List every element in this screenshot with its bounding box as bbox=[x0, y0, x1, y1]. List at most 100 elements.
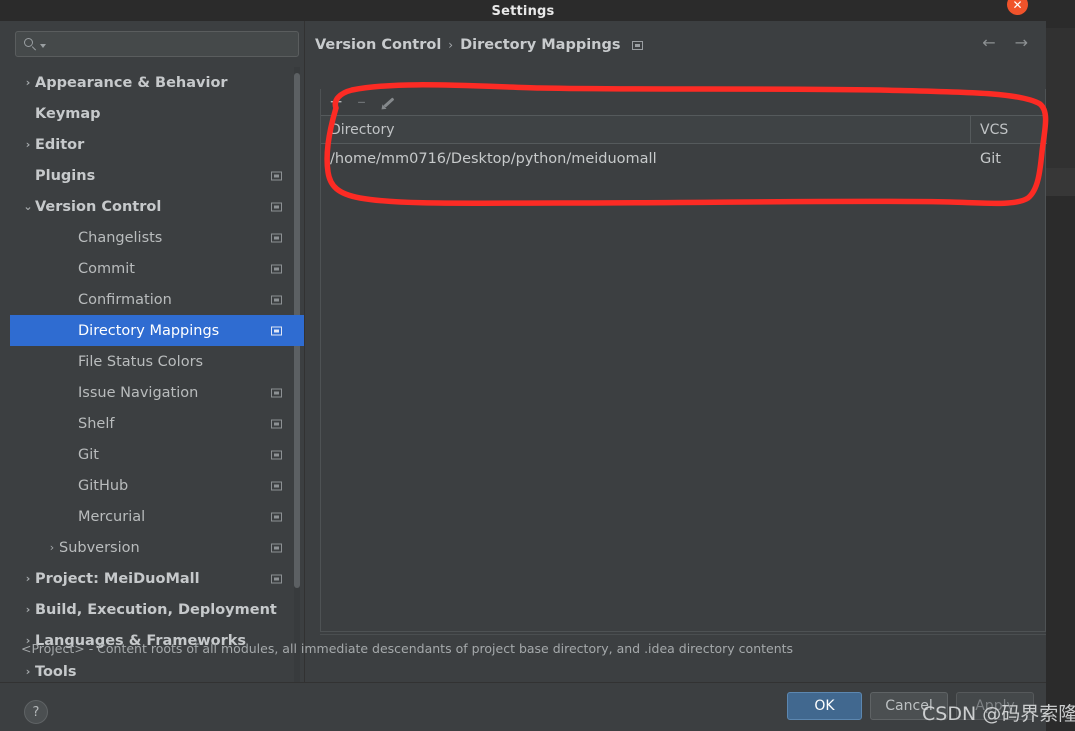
sidebar-item-directory-mappings[interactable]: Directory Mappings bbox=[10, 315, 304, 346]
settings-sidebar: › Appearance & Behavior Keymap › Editor Plugi… bbox=[10, 21, 304, 682]
sidebar-item-label: Mercurial bbox=[78, 508, 146, 525]
breadcrumb-separator-icon: › bbox=[448, 38, 454, 52]
sidebar-item-label: Shelf bbox=[78, 415, 115, 432]
screen: D Settings ✕ ›Appearance & BehaviorKeym bbox=[0, 0, 1075, 731]
table-row[interactable]: /home/mm0716/Desktop/python/meiduomall Gi… bbox=[321, 144, 1047, 173]
dialog-footer: ? OK Cancel Apply bbox=[0, 682, 1046, 731]
sidebar-item-project-meiduomall[interactable]: › Project: MeiDuoMall bbox=[10, 563, 304, 594]
sidebar-item-file-status-colors[interactable]: File Status Colors bbox=[10, 346, 304, 377]
dialog-body: › Appearance & Behavior Keymap › Editor Plugi… bbox=[0, 21, 1047, 697]
sidebar-item-label: Keymap bbox=[35, 105, 101, 122]
cancel-button[interactable]: Cancel bbox=[870, 692, 948, 720]
sidebar-item-label: Commit bbox=[78, 260, 135, 277]
sidebar-item-label: Issue Navigation bbox=[78, 384, 199, 401]
breadcrumb-current: Directory Mappings bbox=[460, 37, 621, 53]
mappings-table: Directory VCS /home/mm0716/Desktop/pytho… bbox=[321, 115, 1047, 632]
settings-dialog: Settings ✕ › Appearance & Behavior Keymap ›… bbox=[0, 0, 1047, 731]
desktop-background-mid bbox=[1046, 168, 1075, 196]
sidebar-item-label: Plugins bbox=[35, 167, 96, 184]
sidebar-item-mercurial[interactable]: Mercurial bbox=[10, 501, 304, 532]
mapping-hint-text: <Project> - Content roots of all modules… bbox=[21, 641, 794, 656]
cell-directory: /home/mm0716/Desktop/python/meiduomall bbox=[330, 150, 657, 167]
desktop-background-upper bbox=[1046, 28, 1075, 168]
project-scope-icon bbox=[271, 264, 282, 273]
mappings-panel: + – Directory VCS /home/mm0716/Desktop/p… bbox=[320, 89, 1047, 632]
search-icon bbox=[24, 37, 39, 52]
column-header-directory[interactable]: Directory bbox=[321, 116, 971, 143]
sidebar-item-label: Version Control bbox=[35, 198, 162, 215]
chevron-right-icon[interactable]: › bbox=[21, 573, 35, 584]
project-scope-icon bbox=[271, 543, 282, 552]
table-header-row: Directory VCS bbox=[321, 116, 1047, 144]
breadcrumb-parent[interactable]: Version Control bbox=[315, 37, 441, 53]
sidebar-item-commit[interactable]: Commit bbox=[10, 253, 304, 284]
sidebar-item-confirmation[interactable]: Confirmation bbox=[10, 284, 304, 315]
dialog-title: Settings bbox=[491, 4, 555, 19]
sidebar-item-github[interactable]: GitHub bbox=[10, 470, 304, 501]
chevron-down-icon[interactable] bbox=[40, 44, 46, 48]
settings-tree: › Appearance & Behavior Keymap › Editor Plugi… bbox=[10, 67, 304, 682]
chevron-down-icon[interactable]: ⌄ bbox=[21, 201, 35, 212]
project-scope-icon bbox=[271, 419, 282, 428]
sidebar-item-keymap[interactable]: Keymap bbox=[10, 98, 304, 129]
hint-divider bbox=[320, 634, 1046, 635]
project-scope-icon bbox=[271, 512, 282, 521]
project-scope-icon bbox=[271, 202, 282, 211]
project-scope-icon bbox=[271, 295, 282, 304]
back-arrow-icon[interactable]: ← bbox=[982, 35, 995, 51]
breadcrumb: Version Control › Directory Mappings bbox=[315, 33, 643, 57]
cell-vcs: Git bbox=[980, 150, 1001, 167]
remove-mapping-button[interactable]: – bbox=[357, 93, 366, 111]
desktop-background-top bbox=[1046, 0, 1075, 28]
sidebar-item-appearance-behavior[interactable]: › Appearance & Behavior bbox=[10, 67, 304, 98]
project-scope-icon bbox=[271, 171, 282, 180]
sidebar-item-issue-navigation[interactable]: Issue Navigation bbox=[10, 377, 304, 408]
column-header-vcs[interactable]: VCS bbox=[971, 116, 1047, 143]
project-scope-icon bbox=[271, 233, 282, 242]
search-box[interactable] bbox=[15, 31, 299, 57]
sidebar-item-label: File Status Colors bbox=[78, 353, 204, 370]
sidebar-item-changelists[interactable]: Changelists bbox=[10, 222, 304, 253]
sidebar-item-editor[interactable]: › Editor bbox=[10, 129, 304, 160]
dialog-titlebar: Settings ✕ bbox=[0, 0, 1046, 21]
sidebar-item-label: Confirmation bbox=[78, 291, 172, 308]
pencil-icon[interactable] bbox=[380, 94, 396, 110]
sidebar-item-build-execution-deployment[interactable]: › Build, Execution, Deployment bbox=[10, 594, 304, 625]
sidebar-item-label: Appearance & Behavior bbox=[35, 74, 228, 91]
chevron-right-icon[interactable]: › bbox=[45, 542, 59, 553]
navigation-arrows: ← → bbox=[982, 35, 1028, 51]
sidebar-item-label: Changelists bbox=[78, 229, 163, 246]
sidebar-item-git[interactable]: Git bbox=[10, 439, 304, 470]
settings-main-panel: Version Control › Directory Mappings ← →… bbox=[305, 21, 1047, 682]
project-scope-icon bbox=[271, 388, 282, 397]
sidebar-item-label: Git bbox=[78, 446, 99, 463]
sidebar-item-label: GitHub bbox=[78, 477, 129, 494]
close-icon[interactable]: ✕ bbox=[1007, 0, 1028, 15]
project-scope-icon bbox=[271, 574, 282, 583]
search-input[interactable] bbox=[46, 37, 298, 51]
chevron-right-icon[interactable]: › bbox=[21, 77, 35, 88]
add-mapping-button[interactable]: + bbox=[329, 93, 343, 111]
sidebar-item-label: Directory Mappings bbox=[78, 322, 220, 339]
sidebar-item-label: Editor bbox=[35, 136, 85, 153]
apply-button[interactable]: Apply bbox=[956, 692, 1034, 720]
forward-arrow-icon[interactable]: → bbox=[1015, 35, 1028, 51]
sidebar-item-label: Build, Execution, Deployment bbox=[35, 601, 277, 618]
project-scope-icon bbox=[271, 450, 282, 459]
table-body: /home/mm0716/Desktop/python/meiduomall Gi… bbox=[321, 144, 1047, 173]
sidebar-item-label: Subversion bbox=[59, 539, 140, 556]
desktop-background-lower bbox=[1046, 196, 1075, 731]
sidebar-item-plugins[interactable]: Plugins bbox=[10, 160, 304, 191]
project-scope-icon bbox=[271, 326, 282, 335]
help-button[interactable]: ? bbox=[24, 700, 48, 724]
project-scope-icon bbox=[631, 40, 643, 50]
project-scope-icon bbox=[271, 481, 282, 490]
sidebar-item-shelf[interactable]: Shelf bbox=[10, 408, 304, 439]
sidebar-item-subversion[interactable]: › Subversion bbox=[10, 532, 304, 563]
chevron-right-icon[interactable]: › bbox=[21, 604, 35, 615]
sidebar-item-version-control[interactable]: ⌄ Version Control bbox=[10, 191, 304, 222]
ok-button[interactable]: OK bbox=[787, 692, 862, 720]
chevron-right-icon[interactable]: › bbox=[21, 666, 35, 677]
sidebar-item-label: Project: MeiDuoMall bbox=[35, 570, 200, 587]
chevron-right-icon[interactable]: › bbox=[21, 139, 35, 150]
